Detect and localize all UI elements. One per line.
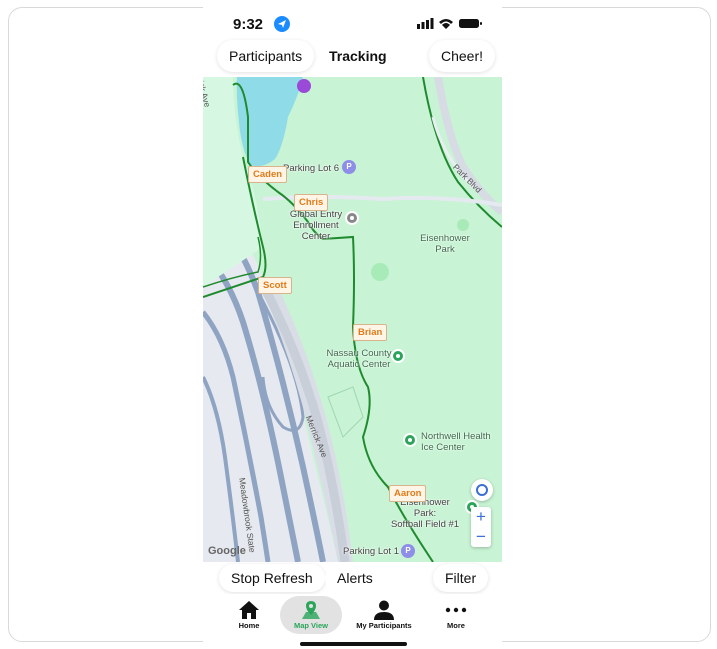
participant-tag-aaron[interactable]: Aaron [389,485,427,502]
building-icon[interactable] [345,211,359,225]
place-northwell: Northwell Health Ice Center [421,431,491,453]
phone-screen: 9:32 Participants Tracking Cheer! rick A… [203,0,502,649]
parking-icon[interactable]: P [342,160,356,174]
home-indicator [300,642,407,646]
tab-tracking[interactable]: Tracking [329,40,387,72]
tab-my-participants[interactable]: My Participants [351,596,417,634]
home-icon [239,601,259,619]
map-pin-icon [302,601,320,619]
tab-participants[interactable]: Participants [217,40,315,72]
zoom-control: + − [471,507,491,547]
participant-tag-scott[interactable]: Scott [258,277,292,294]
participant-tag-caden[interactable]: Caden [248,166,288,183]
top-tab-bar: Participants Tracking Cheer! [203,38,502,76]
aquatic-center-pin-icon[interactable] [391,349,405,363]
place-global-entry: Global Entry Enrollment Center [289,209,343,242]
tab-home[interactable]: Home [218,596,280,634]
participant-tag-chris[interactable]: Chris [294,194,329,211]
park-blvd-road [434,77,502,216]
tree-cluster [457,219,469,231]
purple-marker [297,79,311,93]
place-eisenhower-park: Eisenhower Park [420,233,470,255]
tab-more[interactable]: More [425,596,487,634]
filter-button[interactable]: Filter [433,564,489,592]
status-indicators-icon [417,18,482,29]
field-outline [327,386,364,438]
tab-map-view[interactable]: Map View [280,596,342,634]
northwell-pin-icon[interactable] [403,433,417,447]
my-location-icon[interactable] [471,479,493,501]
zoom-out-button[interactable]: − [471,527,491,547]
stop-refresh-button[interactable]: Stop Refresh [219,564,325,592]
person-icon [374,600,394,620]
google-logo: Google [208,545,246,557]
status-time: 9:32 [233,16,264,33]
zoom-in-button[interactable]: + [471,507,491,527]
participant-tag-brian[interactable]: Brian [353,324,388,341]
place-parking-lot-1: Parking Lot 1 [343,546,399,557]
cheer-button[interactable]: Cheer! [429,40,496,72]
alerts-button[interactable]: Alerts [325,564,385,592]
lake-shape [236,77,303,167]
parking-icon[interactable]: P [401,544,415,558]
status-bar: 9:32 [203,0,502,40]
map-view[interactable]: rick Ave Merrick Ave Park Blvd Meadowbro… [203,77,502,562]
location-arrow-icon [274,16,290,32]
place-aquatic-center: Nassau County Aquatic Center [326,348,392,370]
more-dots-icon [445,607,467,613]
map-action-bar: Stop Refresh Alerts Filter [203,562,502,594]
tree-cluster [371,263,389,281]
place-parking-lot-6: Parking Lot 6 [283,163,339,174]
bottom-tab-bar: Home Map View My Participants More [203,594,502,649]
